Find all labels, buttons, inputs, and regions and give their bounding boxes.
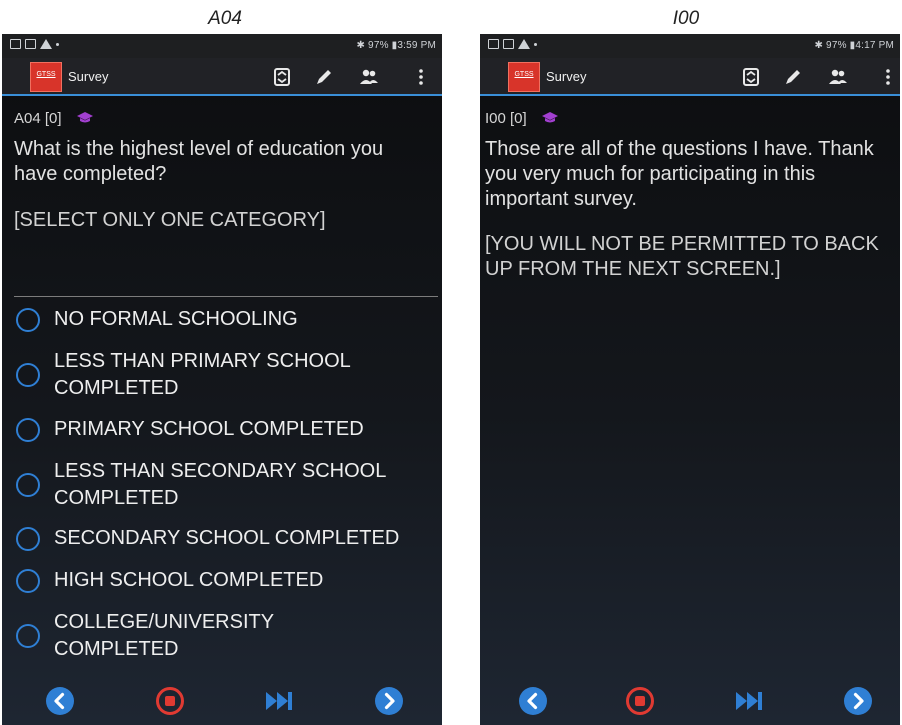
radio-button[interactable] <box>16 308 40 332</box>
radio-button[interactable] <box>16 418 40 442</box>
question-instruction: [SELECT ONLY ONE CATEGORY] <box>14 209 326 231</box>
option-less-than-primary[interactable]: LESS THAN PRIMARY SCHOOL COMPLETED <box>14 348 434 404</box>
radio-button[interactable] <box>16 363 40 387</box>
option-label: LESS THAN PRIMARY SCHOOL COMPLETED <box>54 348 351 402</box>
next-icon[interactable] <box>374 686 404 716</box>
option-label-line: COMPLETED <box>54 487 179 509</box>
next-icon[interactable] <box>843 686 873 716</box>
option-high-school-completed[interactable]: HIGH SCHOOL COMPLETED <box>14 567 434 597</box>
question-text-line: What is the highest level of education y… <box>14 138 384 160</box>
option-no-formal-schooling[interactable]: NO FORMAL SCHOOLING <box>14 306 434 336</box>
status-readout: ✱ 97% ▮4:17 PM <box>814 40 894 51</box>
radio-button[interactable] <box>16 473 40 497</box>
overflow-menu-icon[interactable] <box>411 67 431 87</box>
instruction-line: UP FROM THE NEXT SCREEN.] <box>485 258 781 280</box>
swap-icon[interactable] <box>741 67 761 87</box>
option-primary-completed[interactable]: PRIMARY SCHOOL COMPLETED <box>14 416 434 446</box>
option-label: SECONDARY SCHOOL COMPLETED <box>54 527 400 549</box>
option-label-line: LESS THAN SECONDARY SCHOOL <box>54 460 387 482</box>
swap-icon[interactable] <box>272 67 292 87</box>
stop-icon[interactable] <box>155 686 185 716</box>
app-logo: GTSS <box>508 62 540 92</box>
radio-button[interactable] <box>16 624 40 648</box>
option-label: COLLEGE/UNIVERSITY COMPLETED <box>54 609 274 663</box>
warning-icon <box>40 39 52 49</box>
people-icon[interactable] <box>828 67 848 87</box>
question-code: A04 [0] <box>14 110 94 127</box>
bottom-nav <box>480 682 900 722</box>
option-label-line: COLLEGE/UNIVERSITY <box>54 611 275 633</box>
status-readout: ✱ 97% ▮3:59 PM <box>356 40 436 51</box>
dot-icon <box>534 43 537 46</box>
notification-icons <box>488 39 537 49</box>
graduation-cap-icon <box>76 112 93 123</box>
screen-a04: ✱ 97% ▮3:59 PM GTSS Survey A04 [0] What … <box>2 34 442 725</box>
warning-icon <box>518 39 530 49</box>
pencil-icon[interactable] <box>783 67 803 87</box>
caption-a04: A04 <box>208 8 242 29</box>
pencil-icon[interactable] <box>314 67 334 87</box>
instruction-line: [YOU WILL NOT BE PERMITTED TO BACK <box>485 233 879 255</box>
option-label: PRIMARY SCHOOL COMPLETED <box>54 418 364 440</box>
screenshot-icon <box>503 39 514 49</box>
question-text: What is the highest level of education y… <box>14 137 383 187</box>
option-label: LESS THAN SECONDARY SCHOOL COMPLETED <box>54 458 386 512</box>
question-text: Those are all of the questions I have. T… <box>485 137 874 212</box>
option-label: HIGH SCHOOL COMPLETED <box>54 569 324 591</box>
app-title: Survey <box>546 69 587 84</box>
caption-i00: I00 <box>672 8 700 29</box>
app-logo: GTSS <box>30 62 62 92</box>
radio-button[interactable] <box>16 527 40 551</box>
question-text-line: you very much for participating in this <box>485 163 816 185</box>
option-secondary-completed[interactable]: SECONDARY SCHOOL COMPLETED <box>14 525 434 555</box>
back-icon[interactable] <box>45 686 75 716</box>
question-code: I00 [0] <box>485 110 559 127</box>
option-less-than-secondary[interactable]: LESS THAN SECONDARY SCHOOL COMPLETED <box>14 458 434 514</box>
screenshot-icon <box>25 39 36 49</box>
stop-icon[interactable] <box>625 686 655 716</box>
radio-button[interactable] <box>16 569 40 593</box>
question-code-text: A04 [0] <box>14 110 62 127</box>
gallery-icon <box>10 39 21 49</box>
skip-forward-icon[interactable] <box>264 686 294 716</box>
status-bar: ✱ 97% ▮3:59 PM <box>2 34 442 58</box>
screen-i00: ✱ 97% ▮4:17 PM GTSS Survey I00 [0] Those… <box>480 34 900 725</box>
option-label-line: COMPLETED <box>54 638 179 660</box>
bottom-nav <box>2 682 442 722</box>
option-college-university[interactable]: COLLEGE/UNIVERSITY COMPLETED <box>14 609 434 665</box>
question-text-line: important survey. <box>485 188 637 210</box>
question-code-text: I00 [0] <box>485 110 527 127</box>
question-text-line: have completed? <box>14 163 167 185</box>
option-label-line: COMPLETED <box>54 377 179 399</box>
dot-icon <box>56 43 59 46</box>
status-bar: ✱ 97% ▮4:17 PM <box>480 34 900 58</box>
back-icon[interactable] <box>518 686 548 716</box>
question-text-line: Those are all of the questions I have. T… <box>485 138 874 160</box>
option-label: NO FORMAL SCHOOLING <box>54 308 298 330</box>
divider <box>14 296 438 297</box>
people-icon[interactable] <box>359 67 379 87</box>
graduation-cap-icon <box>541 112 558 123</box>
overflow-menu-icon[interactable] <box>878 67 898 87</box>
notification-icons <box>10 39 59 49</box>
app-bar: GTSS Survey <box>2 58 442 96</box>
skip-forward-icon[interactable] <box>734 686 764 716</box>
app-title: Survey <box>68 69 109 84</box>
gallery-icon <box>488 39 499 49</box>
option-label-line: LESS THAN PRIMARY SCHOOL <box>54 350 351 372</box>
question-instruction: [YOU WILL NOT BE PERMITTED TO BACK UP FR… <box>485 232 879 282</box>
app-bar: GTSS Survey <box>480 58 900 96</box>
